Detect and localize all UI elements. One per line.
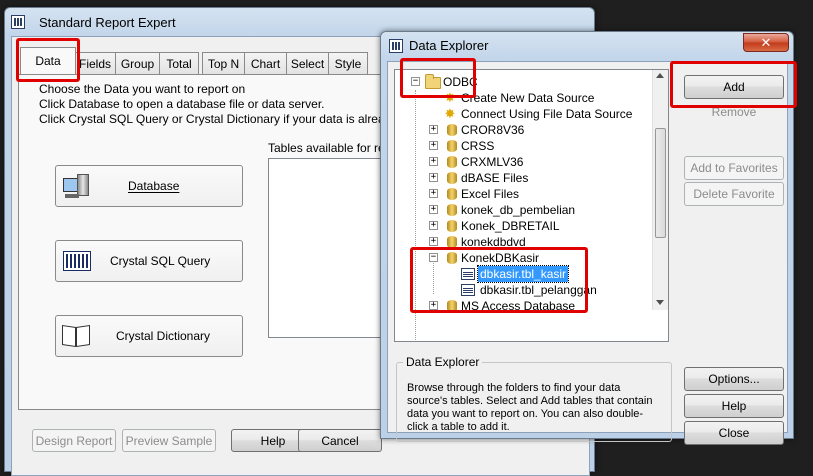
data-explorer-window: Data Explorer ✕ − ODBC ✸ Create New Data…: [380, 31, 794, 445]
database-icon: [447, 220, 457, 232]
database-icon: [447, 300, 457, 312]
tree-item-konekdbdvd[interactable]: + konekdbdvd: [395, 234, 665, 250]
database-icon: [447, 204, 457, 216]
remove-button[interactable]: Remove: [684, 102, 784, 122]
tree-item-dbase-files[interactable]: + dBASE Files: [395, 170, 665, 186]
tab-top-n[interactable]: Top N: [202, 52, 245, 74]
expand-icon[interactable]: +: [429, 205, 438, 214]
database-button[interactable]: Database: [55, 165, 243, 207]
instruction-line-1: Choose the Data you want to report on: [39, 82, 246, 96]
tree-item-cror8v36[interactable]: + CROR8V36: [395, 122, 665, 138]
tab-fields[interactable]: Fields: [74, 52, 116, 74]
tab-total[interactable]: Total: [159, 52, 199, 74]
add-button[interactable]: Add: [684, 75, 784, 99]
options-button[interactable]: Options...: [684, 367, 784, 391]
folder-icon: [425, 74, 441, 89]
table-icon: [461, 268, 475, 280]
crystal-dictionary-button[interactable]: Crystal Dictionary: [55, 315, 243, 357]
file-data-source-icon: ✸: [444, 106, 456, 121]
scrollbar-thumb[interactable]: [655, 128, 666, 238]
tab-select[interactable]: Select: [286, 52, 329, 74]
delete-favorite-button[interactable]: Delete Favorite: [684, 182, 784, 206]
expert-cancel-button[interactable]: Cancel: [298, 429, 382, 452]
design-report-button[interactable]: Design Report: [32, 429, 116, 452]
info-group-heading: Data Explorer: [403, 355, 483, 369]
database-icon: [447, 140, 457, 152]
expand-icon[interactable]: +: [429, 221, 438, 230]
expand-icon[interactable]: +: [429, 237, 438, 246]
expand-icon[interactable]: +: [429, 173, 438, 182]
selected-table-label: dbkasir.tbl_kasir: [476, 265, 570, 283]
data-explorer-app-icon: [389, 39, 403, 53]
info-group-text: Browse through the folders to find your …: [407, 382, 653, 433]
database-icon: [447, 156, 457, 168]
data-explorer-title: Data Explorer: [409, 38, 489, 53]
collapse-icon[interactable]: −: [429, 253, 438, 262]
scroll-down-arrow-icon[interactable]: [656, 300, 664, 305]
report-expert-app-icon: [11, 15, 25, 29]
database-icon: [447, 172, 457, 184]
tree-item-konekdbkasir[interactable]: − KonekDBKasir: [395, 250, 665, 266]
data-explorer-info-group: Data Explorer Browse through the folders…: [396, 355, 672, 442]
data-source-tree[interactable]: − ODBC ✸ Create New Data Source ✸ Connec…: [394, 69, 669, 342]
database-icon: [447, 188, 457, 200]
tree-item-konek-dbretail[interactable]: + Konek_DBRETAIL: [395, 218, 665, 234]
sql-query-icon: [63, 251, 91, 271]
tab-data[interactable]: Data: [20, 47, 76, 74]
close-icon: ✕: [760, 35, 772, 50]
tree-item-konek-db-pembelian[interactable]: + konek_db_pembelian: [395, 202, 665, 218]
expand-icon[interactable]: +: [429, 125, 438, 134]
crystal-sql-query-button[interactable]: Crystal SQL Query: [55, 240, 243, 282]
new-data-source-icon: ✸: [444, 90, 456, 105]
report-expert-title: Standard Report Expert: [39, 15, 176, 30]
database-icon: [447, 252, 457, 264]
collapse-icon[interactable]: −: [411, 77, 420, 86]
database-icon: [447, 124, 457, 136]
tree-item-odbc[interactable]: − ODBC: [395, 74, 665, 90]
dictionary-button-label: Crystal Dictionary: [116, 329, 211, 343]
tree-item-create-data-source[interactable]: ✸ Create New Data Source: [395, 90, 665, 106]
preview-sample-button[interactable]: Preview Sample: [122, 429, 216, 452]
scroll-up-arrow-icon[interactable]: [656, 73, 664, 78]
instruction-line-2: Click Database to open a database file o…: [39, 97, 325, 111]
database-icon: [63, 174, 91, 200]
close-window-button[interactable]: ✕: [743, 33, 789, 52]
expand-icon[interactable]: +: [429, 141, 438, 150]
expand-icon[interactable]: +: [429, 301, 438, 310]
explorer-help-button[interactable]: Help: [684, 394, 784, 418]
tree-item-dbkasir-tbl-kasir[interactable]: dbkasir.tbl_kasir: [395, 265, 665, 283]
tree-item-excel-files[interactable]: + Excel Files: [395, 186, 665, 202]
sql-query-button-label: Crystal SQL Query: [110, 254, 211, 268]
tree-item-crxmlv36[interactable]: + CRXMLV36: [395, 154, 665, 170]
expand-icon[interactable]: +: [429, 189, 438, 198]
dictionary-book-icon: [62, 324, 92, 348]
tables-available-label: Tables available for repo: [268, 141, 399, 155]
tree-item-crss[interactable]: + CRSS: [395, 138, 665, 154]
tab-group[interactable]: Group: [115, 52, 160, 74]
data-explorer-client: − ODBC ✸ Create New Data Source ✸ Connec…: [387, 61, 788, 445]
expand-icon[interactable]: +: [429, 157, 438, 166]
tree-item-connect-file-data-source[interactable]: ✸ Connect Using File Data Source: [395, 106, 665, 122]
tab-style[interactable]: Style: [328, 52, 368, 74]
tab-chart[interactable]: Chart: [244, 52, 287, 74]
instruction-line-3: Click Crystal SQL Query or Crystal Dicti…: [39, 112, 433, 126]
tree-vertical-scrollbar[interactable]: [652, 70, 668, 310]
tree-item-ms-access-database[interactable]: + MS Access Database: [395, 298, 665, 314]
table-icon: [461, 284, 475, 296]
add-to-favorites-button[interactable]: Add to Favorites: [684, 156, 784, 180]
database-icon: [447, 236, 457, 248]
tree-item-dbkasir-tbl-pelanggan[interactable]: dbkasir.tbl_pelanggan: [395, 282, 665, 298]
explorer-close-button[interactable]: Close: [684, 421, 784, 445]
database-button-label: Database: [128, 179, 180, 193]
